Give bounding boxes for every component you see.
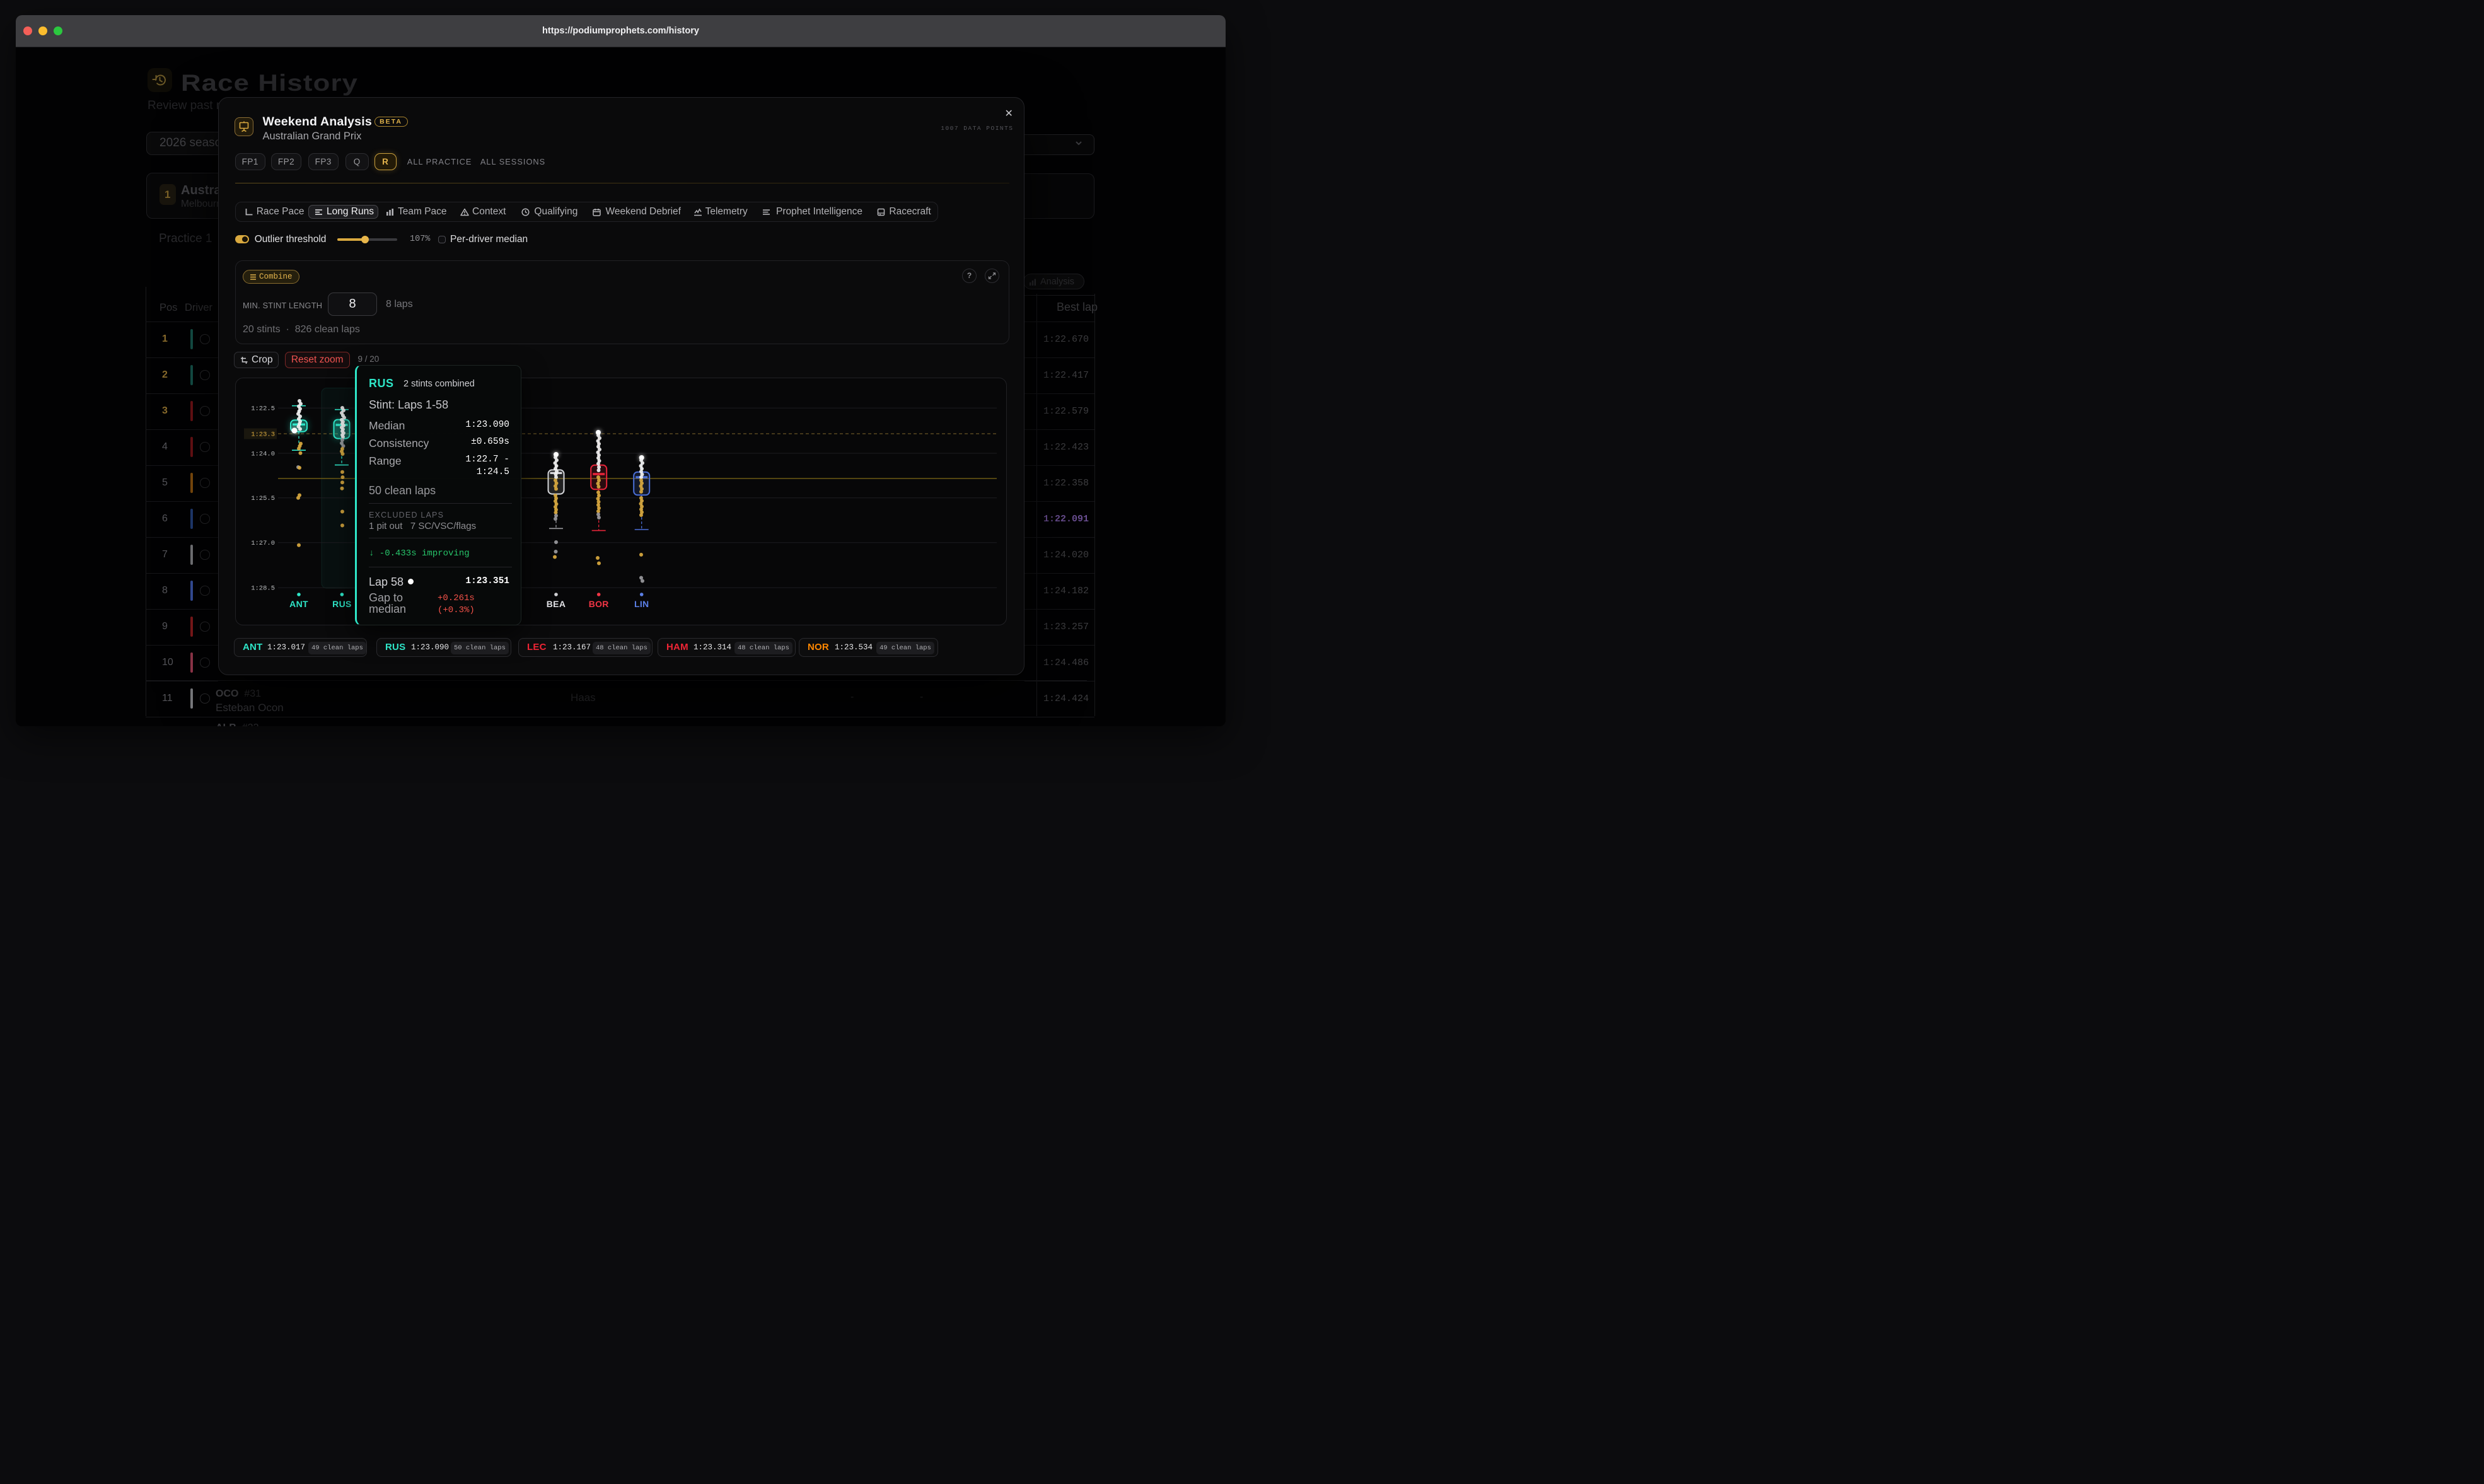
svg-text:1:24.0: 1:24.0 xyxy=(251,450,275,458)
svg-text:1:22.5: 1:22.5 xyxy=(251,405,275,413)
svg-text:1:28.5: 1:28.5 xyxy=(251,585,275,593)
svg-text:1:23.3: 1:23.3 xyxy=(251,431,275,438)
svg-text:1:27.0: 1:27.0 xyxy=(251,540,275,547)
svg-text:BEA: BEA xyxy=(547,599,566,609)
svg-text:ANT: ANT xyxy=(289,599,308,609)
svg-text:1:25.5: 1:25.5 xyxy=(251,495,275,502)
svg-text:BOR: BOR xyxy=(589,599,609,609)
svg-text:RUS: RUS xyxy=(332,599,351,609)
svg-text:LIN: LIN xyxy=(634,599,649,609)
